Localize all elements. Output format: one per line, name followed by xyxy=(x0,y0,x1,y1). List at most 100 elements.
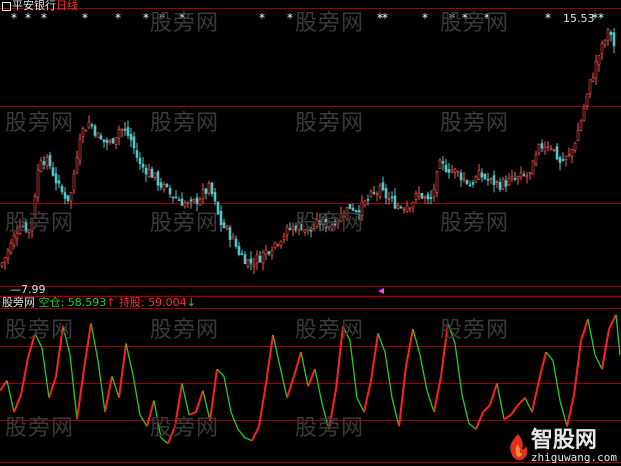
candle-body xyxy=(168,187,172,195)
candle-body xyxy=(135,150,139,158)
candle-body xyxy=(552,149,556,151)
watermark: 股旁网 xyxy=(150,111,220,136)
candle-body xyxy=(381,182,385,191)
candle-body xyxy=(489,177,493,180)
candle-body xyxy=(504,180,508,187)
candle-body xyxy=(84,129,88,132)
candle-body xyxy=(366,198,370,201)
candle-body xyxy=(432,188,436,197)
candlestick-series xyxy=(0,28,616,275)
candle-body xyxy=(474,176,478,183)
watermark: 股旁网 xyxy=(5,416,75,441)
candle-body xyxy=(501,179,505,190)
candle-body xyxy=(579,120,583,131)
indicator-hold-segment xyxy=(251,425,260,442)
indicator-hold-segment xyxy=(118,343,127,398)
hold-label: 持股: xyxy=(118,296,145,309)
candle-body xyxy=(285,226,289,236)
candle-body xyxy=(576,130,580,141)
candle-body xyxy=(507,178,511,186)
candle-body xyxy=(138,157,142,164)
candle-body xyxy=(156,171,160,186)
watermark: 股旁网 xyxy=(440,111,510,136)
candle-body xyxy=(228,227,232,240)
indicator-hold-segment xyxy=(601,328,610,370)
candle-body xyxy=(108,140,112,143)
signal-star: * xyxy=(545,11,551,25)
candle-body xyxy=(462,177,466,181)
candle-body xyxy=(393,195,397,209)
candle-body xyxy=(519,172,523,178)
candle-body xyxy=(162,184,166,190)
indicator-short-segment xyxy=(272,334,281,367)
candle-body xyxy=(558,157,562,163)
candle-body xyxy=(396,205,400,209)
indicator-short-segment xyxy=(41,347,50,398)
watermark: 股旁网 xyxy=(295,211,365,236)
signal-star: * xyxy=(115,11,121,25)
site-logo[interactable]: 智股网 zhiguwang.com xyxy=(505,430,617,464)
indicator-hold-segment xyxy=(482,404,491,413)
indicator-hold-segment xyxy=(580,318,589,341)
candle-body xyxy=(444,164,448,172)
candle-body xyxy=(264,249,268,256)
indicator-short-segment xyxy=(615,314,621,355)
candle-body xyxy=(273,241,277,248)
period-label[interactable]: 日线 xyxy=(56,0,78,12)
signal-star: * xyxy=(143,11,149,25)
candle-body xyxy=(192,198,196,202)
candle-body xyxy=(408,207,412,210)
indicator-short-segment xyxy=(377,333,386,353)
indicator-short-segment xyxy=(587,319,596,356)
candle-body xyxy=(189,199,193,202)
indicator-hold-segment xyxy=(433,376,442,413)
candle-body xyxy=(48,155,52,167)
candle-body xyxy=(438,159,442,169)
candle-body xyxy=(291,225,295,230)
indicator-hold-segment xyxy=(503,414,512,421)
candle-body xyxy=(213,191,217,202)
indicator-short-segment xyxy=(314,369,323,404)
indicator-short-segment xyxy=(524,397,533,413)
candle-body xyxy=(171,196,175,199)
watermark: 股旁网 xyxy=(440,318,510,343)
indicator-hold-segment xyxy=(265,334,274,384)
candle-body xyxy=(78,138,82,161)
date-marker-icon[interactable] xyxy=(378,288,384,294)
candle-body xyxy=(465,180,469,185)
candle-body xyxy=(111,138,115,144)
candle-body xyxy=(585,93,589,106)
candle-body xyxy=(186,202,190,204)
short-arrow: ↑ xyxy=(106,296,116,309)
indicator-hold-segment xyxy=(573,340,582,396)
signal-star: * xyxy=(259,11,265,25)
candle-body xyxy=(600,42,604,55)
indicator-hold-segment xyxy=(258,383,267,427)
candle-body xyxy=(117,129,121,139)
candle-body xyxy=(222,222,226,228)
candle-body xyxy=(363,200,367,206)
indicator-short-segment xyxy=(461,394,470,424)
signal-star: * xyxy=(11,11,17,25)
candle-body xyxy=(153,172,157,178)
indicator-short-segment xyxy=(349,340,358,398)
indicator-hold-segment xyxy=(370,333,379,381)
indicator-hold-segment xyxy=(363,380,372,413)
indicator-hold-segment xyxy=(405,328,414,367)
candle-body xyxy=(219,210,223,226)
signal-star: * xyxy=(82,11,88,25)
menu-box-icon[interactable] xyxy=(2,1,11,11)
candle-body xyxy=(582,107,586,121)
indicator-hold-segment xyxy=(531,380,540,413)
candle-body xyxy=(471,182,475,185)
candle-body xyxy=(234,238,238,247)
candle-body xyxy=(267,251,271,254)
indicator-hold-segment xyxy=(20,357,29,396)
candle-body xyxy=(567,154,571,156)
indicator-short-segment xyxy=(216,368,225,377)
watermark: 股旁网 xyxy=(295,111,365,136)
candle-body xyxy=(414,193,418,200)
candle-body xyxy=(69,192,73,202)
candle-body xyxy=(66,195,70,202)
candle-body xyxy=(534,154,538,165)
